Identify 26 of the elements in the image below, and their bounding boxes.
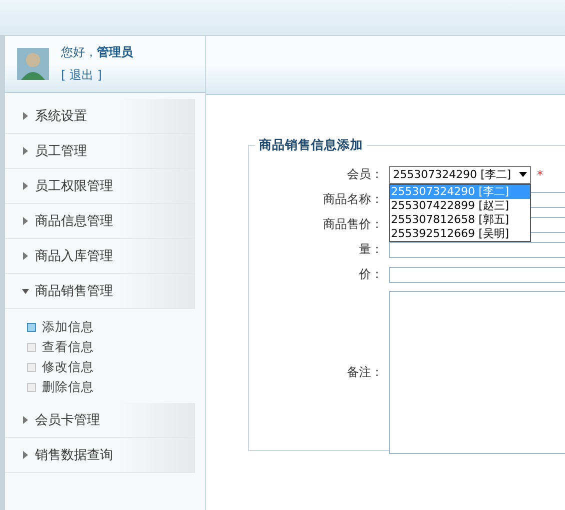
- submenu-item[interactable]: 添加信息: [27, 317, 94, 337]
- field-label: 会员：: [346, 166, 383, 183]
- dropdown-option[interactable]: 255392512669 [吴明]: [390, 226, 530, 240]
- required-mark: *: [537, 168, 543, 182]
- field-label: 商品售价：: [322, 216, 383, 233]
- menu-item[interactable]: 员工权限管理: [5, 169, 195, 204]
- field-label: 商品名称：: [322, 191, 383, 208]
- dropdown-option[interactable]: 255307812658 [郭五]: [390, 212, 530, 226]
- menu-item[interactable]: 系统设置: [5, 99, 195, 134]
- menu-item[interactable]: 会员卡管理: [5, 403, 195, 438]
- submenu-item[interactable]: 查看信息: [27, 337, 94, 357]
- logout-link[interactable]: [ 退出 ]: [61, 67, 133, 84]
- field-label: 价：: [358, 266, 383, 283]
- field-label: 备注：: [346, 364, 383, 381]
- field-label: 量：: [358, 241, 383, 258]
- menu-item[interactable]: 销售数据查询: [5, 438, 195, 473]
- form-legend: 商品销售信息添加: [255, 137, 367, 154]
- menu-item[interactable]: 商品信息管理: [5, 204, 195, 239]
- submenu-item[interactable]: 删除信息: [27, 377, 94, 397]
- member-select[interactable]: 255307324290 [李二]: [389, 166, 531, 184]
- menu-item[interactable]: 商品入库管理: [5, 239, 195, 274]
- submenu-item[interactable]: 修改信息: [27, 357, 94, 377]
- menu-item[interactable]: 员工管理: [5, 134, 195, 169]
- dropdown-option[interactable]: 255307422899 [赵三]: [390, 198, 530, 212]
- greeting-text: 您好，管理员: [61, 44, 133, 61]
- menu-item[interactable]: 商品销售管理: [5, 274, 195, 309]
